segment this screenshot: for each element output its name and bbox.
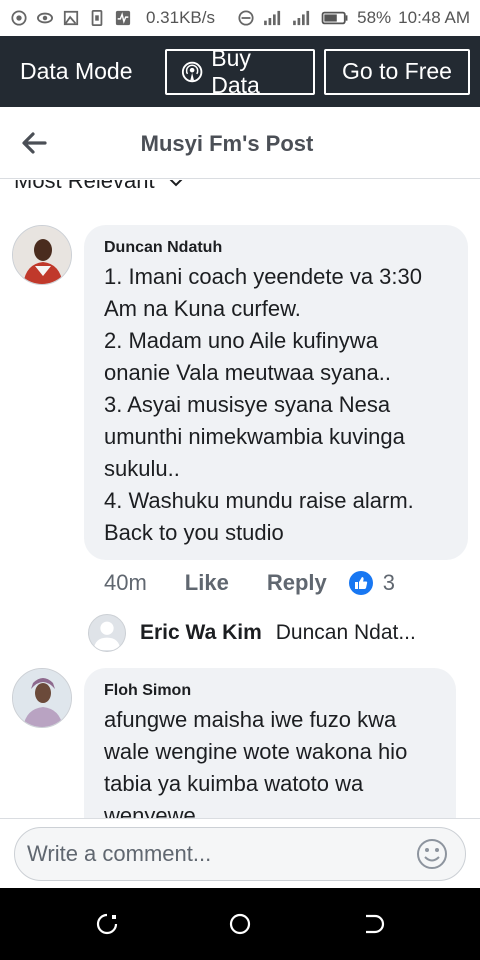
avatar-photo [13,669,71,727]
back-nav-icon[interactable] [361,912,385,936]
chevron-down-icon [169,180,183,187]
home-icon[interactable] [228,912,252,936]
go-to-free-label: Go to Free [342,58,452,84]
comment-actions: 40m Like Reply 3 [104,570,395,596]
sort-label: Most Relevant [14,180,155,193]
status-left: 0.31KB/s [10,8,215,28]
reaction-count[interactable]: 3 [383,570,395,596]
reply-preview[interactable]: Eric Wa Kim Duncan Ndat... [88,614,416,652]
reply-snippet: Duncan Ndat... [275,621,416,644]
avatar[interactable] [12,668,72,728]
avatar[interactable] [12,225,72,285]
avatar [88,614,126,652]
network-speed: 0.31KB/s [146,8,215,27]
comment-line: tabia ya kuimba watoto wa [104,771,364,796]
comment-author[interactable]: Floh Simon [104,682,436,700]
data-mode-label: Data Mode [20,58,133,84]
eye-icon [37,12,53,24]
comment-line: 2. Madam uno Aile kufinywa [104,328,378,353]
activity-icon [115,10,131,26]
clock: 10:48 AM [398,8,470,27]
avatar-photo [13,226,71,284]
comment-line: Back to you studio [104,520,284,545]
go-to-free-button[interactable]: Go to Free [324,48,470,95]
screen: 0.31KB/s 58% 10:48 AM Data Mode Buy Data… [0,0,480,960]
like-thumb-icon[interactable] [348,571,373,595]
comment-line: 3. Asyai musisye syana Nesa [104,392,391,417]
sort-selector[interactable]: Most Relevant [14,180,187,194]
data-mode-bar: Data Mode Buy Data Go to Free [0,36,480,107]
buy-data-label: Buy Data [211,44,260,98]
status-bar: 0.31KB/s 58% 10:48 AM [0,0,480,36]
comment-line: umunthi nimekwambia kuvinga [104,424,405,449]
comment-line: wenyewe [104,803,196,818]
comment-line: 4. Washuku mundu raise alarm. [104,488,414,513]
comment-line: Am na Kuna curfew. [104,296,301,321]
default-avatar-icon [93,621,121,650]
comment-line: wale wengine wote wakona hio [104,739,408,764]
comments-feed[interactable]: Most Relevant Duncan Ndatuh 1. Imani coa… [0,180,480,818]
comment-input[interactable]: Write a comment... [14,827,466,881]
comment-placeholder: Write a comment... [27,841,212,866]
comment-composer: Write a comment... [0,818,480,888]
comment-bubble[interactable]: Duncan Ndatuh 1. Imani coach yeendete va… [84,225,468,560]
recents-icon[interactable] [95,912,119,936]
battery-icon [321,11,348,25]
chrome-icon [11,10,27,26]
battery-level: 58% [357,8,392,27]
signal-data-icon [293,10,310,26]
smiley-icon[interactable] [415,837,449,871]
comment-line: sukulu.. [104,456,180,481]
comment-line: afungwe maisha iwe fuzo kwa [104,707,397,732]
comment-author[interactable]: Duncan Ndatuh [104,239,448,257]
sim-icon [91,10,103,26]
like-button[interactable]: Like [185,570,229,596]
comment-bubble[interactable]: Floh Simon afungwe maisha iwe fuzo kwa w… [84,668,456,818]
system-nav-bar [0,888,480,960]
signal-icon [264,10,281,26]
status-right: 58% 10:48 AM [237,8,470,28]
comment-line: 1. Imani coach yeendete va 3:30 [104,264,422,289]
buy-data-button[interactable]: Buy Data [165,45,315,98]
reply-author[interactable]: Eric Wa Kim [140,621,262,645]
image-icon [63,10,79,26]
dnd-icon [238,10,254,26]
comment-line: onanie Vala meutwaa syana.. [104,360,391,385]
post-header: Musyi Fm's Post [0,107,480,179]
page-title: Musyi Fm's Post [140,131,314,156]
comment-timestamp[interactable]: 40m [104,570,147,596]
podcast-icon [181,61,203,82]
reply-button[interactable]: Reply [267,570,327,596]
